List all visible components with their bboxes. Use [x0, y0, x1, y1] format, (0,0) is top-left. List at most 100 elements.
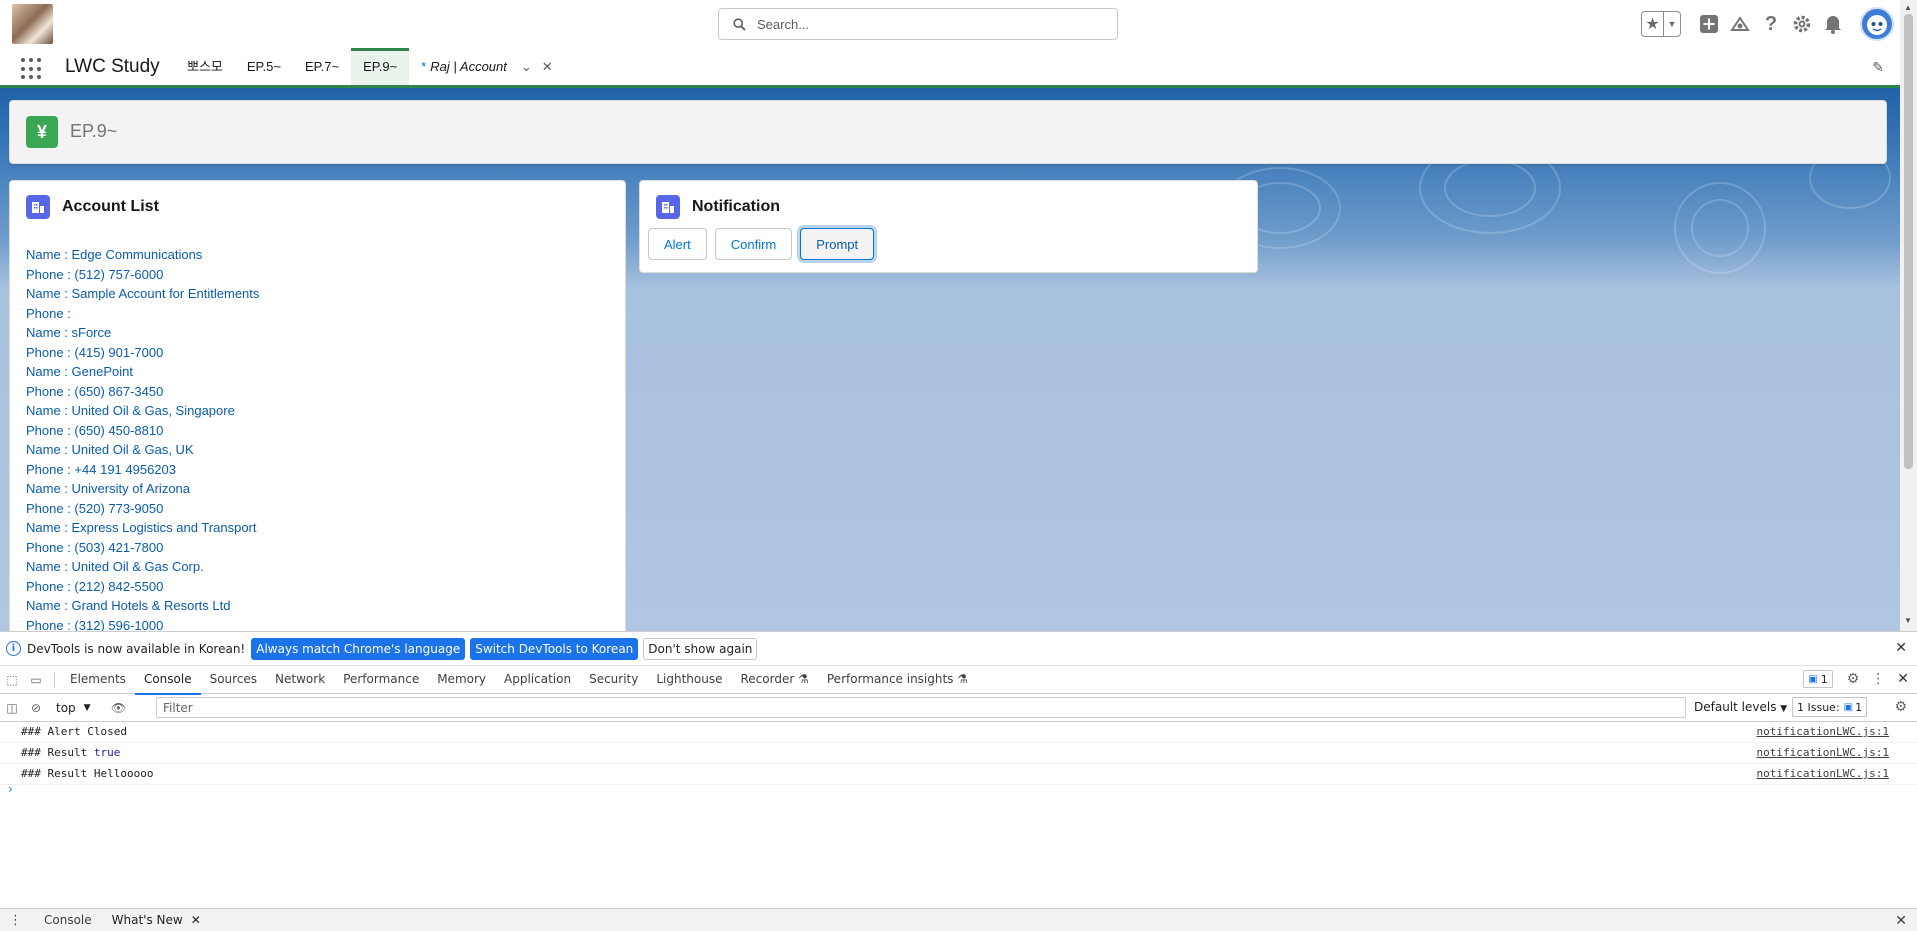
- chevron-down-icon[interactable]: ⌄: [521, 48, 532, 85]
- close-icon[interactable]: ✕: [542, 48, 553, 85]
- source-link[interactable]: notificationLWC.js:1: [1757, 722, 1889, 742]
- context-selector[interactable]: top ▼: [56, 701, 91, 715]
- live-expression-eye-icon[interactable]: 👁: [107, 695, 131, 721]
- nav-tab-bbosmo[interactable]: 뽀스모: [175, 48, 235, 85]
- drawer-tab-console[interactable]: Console: [34, 909, 102, 931]
- card-header: Account List: [26, 195, 159, 219]
- console-settings-icon[interactable]: ⚙: [1894, 699, 1907, 715]
- list-item: Phone : (650) 867-3450: [26, 383, 164, 399]
- user-avatar[interactable]: [1860, 7, 1894, 41]
- app-launcher-icon[interactable]: [21, 58, 43, 80]
- unsaved-indicator: *: [421, 59, 427, 74]
- nav-tab-account-record[interactable]: * Raj | Account ⌄ ✕: [409, 48, 564, 85]
- console-filter[interactable]: [156, 697, 1686, 718]
- gear-icon: [1793, 15, 1811, 33]
- match-language-button[interactable]: Always match Chrome's language: [251, 637, 466, 660]
- switch-language-button[interactable]: Switch DevTools to Korean: [470, 637, 639, 660]
- list-item: Name : Edge Communications: [26, 247, 203, 262]
- more-options-icon[interactable]: ⋮: [1871, 671, 1885, 687]
- message-count: 1: [1820, 672, 1828, 686]
- tab-sources[interactable]: Sources: [201, 666, 266, 694]
- chevron-down-icon: ▼: [1780, 704, 1788, 714]
- close-icon[interactable]: ✕: [1895, 640, 1907, 656]
- chevron-down-icon[interactable]: ▼: [1664, 12, 1680, 36]
- page-title: EP.9~: [70, 121, 118, 141]
- scroll-down-icon[interactable]: ▼: [1904, 616, 1912, 625]
- tab-performance-insights[interactable]: Performance insights ⚗: [818, 666, 977, 694]
- button-row: Alert Confirm Prompt: [648, 228, 882, 260]
- clear-console-icon[interactable]: ⊘: [24, 695, 48, 721]
- flask-icon: ⚗: [957, 671, 969, 686]
- sidebar-toggle-icon[interactable]: ◫: [0, 695, 24, 721]
- flask-icon: ⚗: [798, 671, 809, 686]
- app-name: LWC Study: [65, 56, 160, 77]
- notifications-button[interactable]: [1820, 11, 1846, 37]
- devtools-drawer: ⋮ Console What's New ✕ ✕: [0, 908, 1917, 931]
- edit-nav-icon[interactable]: ✎: [1872, 59, 1884, 76]
- message-text: ### Alert Closed: [21, 725, 127, 738]
- nav-tab-ep7[interactable]: EP.7~: [293, 48, 351, 85]
- tab-security[interactable]: Security: [580, 666, 647, 694]
- log-levels-dropdown[interactable]: Default levels ▼: [1694, 700, 1787, 714]
- account-list: Name : Edge Communications Phone : (512)…: [26, 245, 259, 631]
- nav-tab-ep5[interactable]: EP.5~: [235, 48, 293, 85]
- page-scrollbar[interactable]: ▲ ▼: [1900, 0, 1917, 631]
- more-tools-icon[interactable]: ⋮: [9, 913, 22, 928]
- filter-input[interactable]: [157, 698, 1685, 717]
- settings-gear-icon[interactable]: ⚙: [1847, 671, 1860, 687]
- tab-performance[interactable]: Performance: [334, 666, 428, 694]
- dont-show-again-button[interactable]: Don't show again: [643, 637, 758, 660]
- scrollbar-thumb[interactable]: [1904, 14, 1913, 469]
- source-link[interactable]: notificationLWC.js:1: [1757, 764, 1889, 784]
- console-messages: ### Alert Closed notificationLWC.js:1 ##…: [0, 722, 1917, 785]
- devtools-tabbar: ⬚ ▭ Elements Console Sources Network Per…: [0, 666, 1917, 695]
- nav-tab-ep9[interactable]: EP.9~: [351, 48, 410, 85]
- tab-lighthouse[interactable]: Lighthouse: [647, 666, 731, 694]
- alert-button[interactable]: Alert: [648, 228, 707, 260]
- plus-icon: [1700, 15, 1718, 33]
- org-logo[interactable]: [12, 4, 53, 44]
- list-item: Name : University of Arizona: [26, 481, 191, 496]
- tab-recorder[interactable]: Recorder ⚗: [732, 666, 818, 694]
- close-icon[interactable]: ✕: [1897, 671, 1909, 687]
- help-icon: ?: [1764, 12, 1778, 35]
- tab-label: What's New: [111, 912, 183, 927]
- tab-memory[interactable]: Memory: [428, 666, 495, 694]
- drawer-tab-whats-new[interactable]: What's New ✕: [101, 909, 211, 931]
- favorites-button-group: ★ ▼: [1641, 11, 1681, 37]
- help-button[interactable]: ?: [1758, 11, 1784, 37]
- account-list-card: Account List Name : Edge Communications …: [9, 180, 626, 631]
- list-item: Phone : (415) 901-7000: [26, 344, 164, 360]
- list-item: Phone : +44 191 4956203: [26, 461, 177, 477]
- tab-network[interactable]: Network: [266, 666, 334, 694]
- star-icon[interactable]: ★: [1642, 12, 1664, 36]
- messages-badge[interactable]: ▣ 1: [1803, 670, 1833, 688]
- global-search[interactable]: [718, 8, 1118, 40]
- source-link[interactable]: notificationLWC.js:1: [1757, 743, 1889, 763]
- confirm-button[interactable]: Confirm: [714, 228, 793, 260]
- device-toolbar-icon[interactable]: ▭: [24, 667, 48, 693]
- close-drawer-icon[interactable]: ✕: [1895, 913, 1907, 929]
- devtools-panel: i DevTools is now available in Korean! A…: [0, 631, 1917, 931]
- list-item: Name : GenePoint: [26, 364, 133, 379]
- issues-label: 1 Issue:: [1797, 700, 1840, 714]
- inspect-element-icon[interactable]: ⬚: [0, 667, 24, 693]
- list-item: Name : United Oil & Gas Corp.: [26, 559, 204, 574]
- search-input[interactable]: [757, 15, 1097, 33]
- tab-elements[interactable]: Elements: [61, 666, 135, 694]
- close-icon[interactable]: ✕: [191, 913, 201, 927]
- scroll-up-icon[interactable]: ▲: [1904, 3, 1912, 12]
- list-item: Name : United Oil & Gas, UK: [26, 442, 194, 457]
- issues-counter[interactable]: 1 Issue: ▣ 1: [1792, 697, 1868, 717]
- trailhead-button[interactable]: [1727, 11, 1753, 37]
- prompt-button[interactable]: Prompt: [800, 228, 875, 260]
- console-prompt[interactable]: ›: [8, 782, 13, 796]
- tab-console[interactable]: Console: [134, 666, 201, 695]
- console-message: ### Result Hellooooo notificationLWC.js:…: [0, 764, 1917, 785]
- setup-button[interactable]: [1789, 11, 1815, 37]
- console-message: ### Alert Closed notificationLWC.js:1: [0, 722, 1917, 743]
- list-item: Name : Grand Hotels & Resorts Ltd: [26, 598, 231, 613]
- devtools-right-controls: ▣ 1 ⚙ ⋮ ✕: [1803, 670, 1909, 688]
- global-actions-button[interactable]: [1696, 11, 1722, 37]
- tab-application[interactable]: Application: [495, 666, 580, 694]
